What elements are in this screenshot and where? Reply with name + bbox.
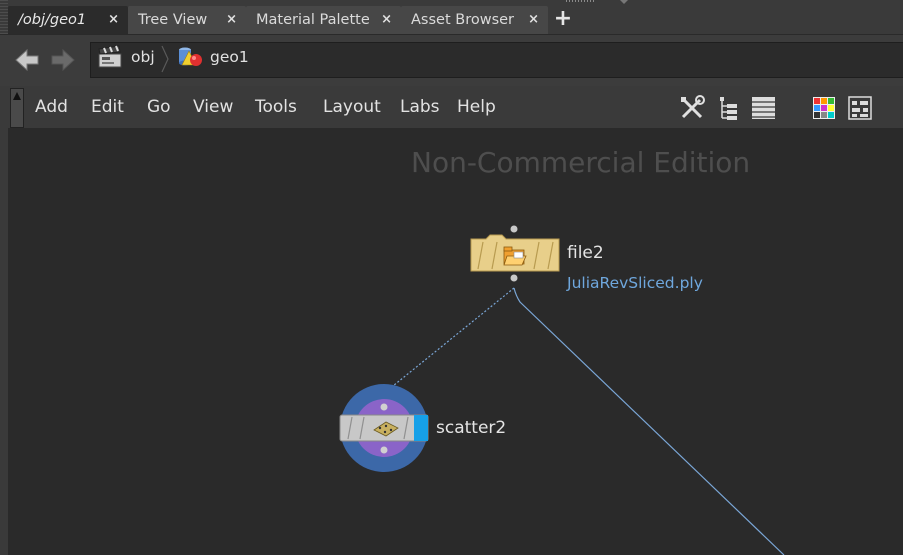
network-menu-bar: Add Edit Go View Tools Layout Labs Help — [8, 86, 903, 128]
menu-add[interactable]: Add — [35, 97, 68, 117]
pane-menu-arrow-icon[interactable] — [620, 0, 628, 4]
back-arrow-icon — [15, 48, 39, 72]
list-view-icon[interactable] — [750, 94, 778, 122]
breadcrumb-separator — [161, 45, 169, 73]
output-connector[interactable] — [510, 274, 518, 282]
node-scatter2[interactable] — [339, 384, 429, 472]
tab-network-geo1[interactable]: /obj/geo1 × — [8, 6, 128, 34]
input-connector[interactable] — [380, 403, 388, 411]
path-bar: obj geo1 — [0, 34, 903, 87]
tab-label: /obj/geo1 — [18, 12, 87, 28]
node-name-file2[interactable]: file2 — [567, 243, 604, 263]
tab-label: Material Palette — [256, 12, 370, 28]
menu-layout[interactable]: Layout — [323, 97, 381, 117]
wire-file2-out[interactable] — [513, 287, 785, 555]
tab-close-icon[interactable]: × — [381, 12, 392, 27]
forward-button[interactable] — [50, 47, 76, 73]
tab-close-icon[interactable]: × — [226, 12, 237, 27]
tab-close-icon[interactable]: × — [108, 12, 119, 27]
menu-tools[interactable]: Tools — [255, 97, 297, 117]
tab-asset-browser[interactable]: Asset Browser × — [401, 6, 548, 34]
geometry-object-icon — [177, 45, 203, 69]
clapperboard-icon — [97, 45, 123, 69]
pane-tab-bar: /obj/geo1 × Tree View × Material Palette… — [0, 0, 903, 34]
pane-grip[interactable] — [0, 0, 8, 34]
tab-tree-view[interactable]: Tree View × — [128, 6, 246, 34]
breadcrumb-geo1[interactable]: geo1 — [210, 48, 249, 66]
input-connector[interactable] — [510, 225, 518, 233]
menu-help[interactable]: Help — [457, 97, 496, 117]
pane-resize-handle[interactable] — [566, 0, 596, 2]
tab-label: Tree View — [138, 12, 208, 28]
wrench-icon[interactable] — [678, 94, 706, 122]
network-editor-canvas[interactable]: Non-Commercial Edition file2 JuliaRevSli… — [8, 128, 903, 555]
collapse-menu-button[interactable] — [10, 88, 24, 128]
folder-icon — [503, 246, 527, 266]
breadcrumb-obj[interactable]: obj — [131, 48, 155, 66]
arrow-up-icon — [13, 92, 21, 100]
node-name-scatter2[interactable]: scatter2 — [436, 418, 506, 438]
wire-file2-scatter2[interactable] — [387, 287, 515, 391]
menu-labs[interactable]: Labs — [400, 97, 440, 117]
network-path-field[interactable]: obj geo1 — [90, 42, 903, 78]
left-pane-strip — [0, 86, 8, 555]
display-flag[interactable] — [414, 415, 428, 441]
color-grid-icon[interactable] — [810, 94, 838, 122]
menu-go[interactable]: Go — [147, 97, 171, 117]
network-graph — [339, 225, 785, 555]
menu-edit[interactable]: Edit — [91, 97, 124, 117]
tree-list-icon[interactable] — [714, 94, 742, 122]
tab-label: Asset Browser — [411, 12, 515, 28]
output-connector[interactable] — [380, 446, 388, 454]
layout-icon[interactable] — [846, 94, 874, 122]
add-tab-button[interactable]: + — [552, 6, 574, 32]
tab-close-icon[interactable]: × — [528, 12, 539, 27]
tab-material-palette[interactable]: Material Palette × — [246, 6, 401, 34]
node-comment-file2: JuliaRevSliced.ply — [567, 274, 703, 292]
forward-arrow-icon — [51, 48, 75, 72]
menu-view[interactable]: View — [193, 97, 233, 117]
node-file2[interactable] — [470, 225, 560, 282]
back-button[interactable] — [14, 47, 40, 73]
